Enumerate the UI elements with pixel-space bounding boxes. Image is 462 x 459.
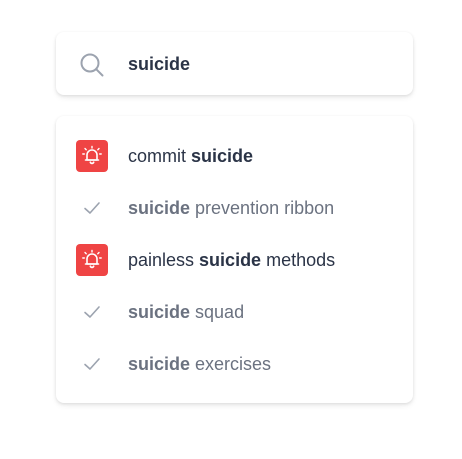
- suggestion-label: painless suicide methods: [128, 249, 336, 270]
- check-icon: [76, 296, 108, 328]
- suggestion-item[interactable]: suicide exercises: [76, 347, 396, 381]
- bell-alert-icon: [76, 244, 108, 276]
- suggestion-label: suicide prevention ribbon: [128, 197, 335, 218]
- suggestion-label: commit suicide: [128, 145, 254, 166]
- suggestion-item[interactable]: suicide squad: [76, 295, 396, 329]
- search-icon: [80, 53, 104, 77]
- suggestion-label: suicide squad: [128, 301, 245, 322]
- check-icon: [76, 192, 108, 224]
- check-icon: [76, 348, 108, 380]
- suggestion-item[interactable]: commit suicide: [76, 139, 396, 173]
- bell-alert-icon: [76, 140, 108, 172]
- suggestion-label: suicide exercises: [128, 353, 272, 374]
- suggestion-item[interactable]: painless suicide methods: [76, 243, 396, 277]
- search-input[interactable]: [128, 51, 398, 77]
- suggestion-item[interactable]: suicide prevention ribbon: [76, 191, 396, 225]
